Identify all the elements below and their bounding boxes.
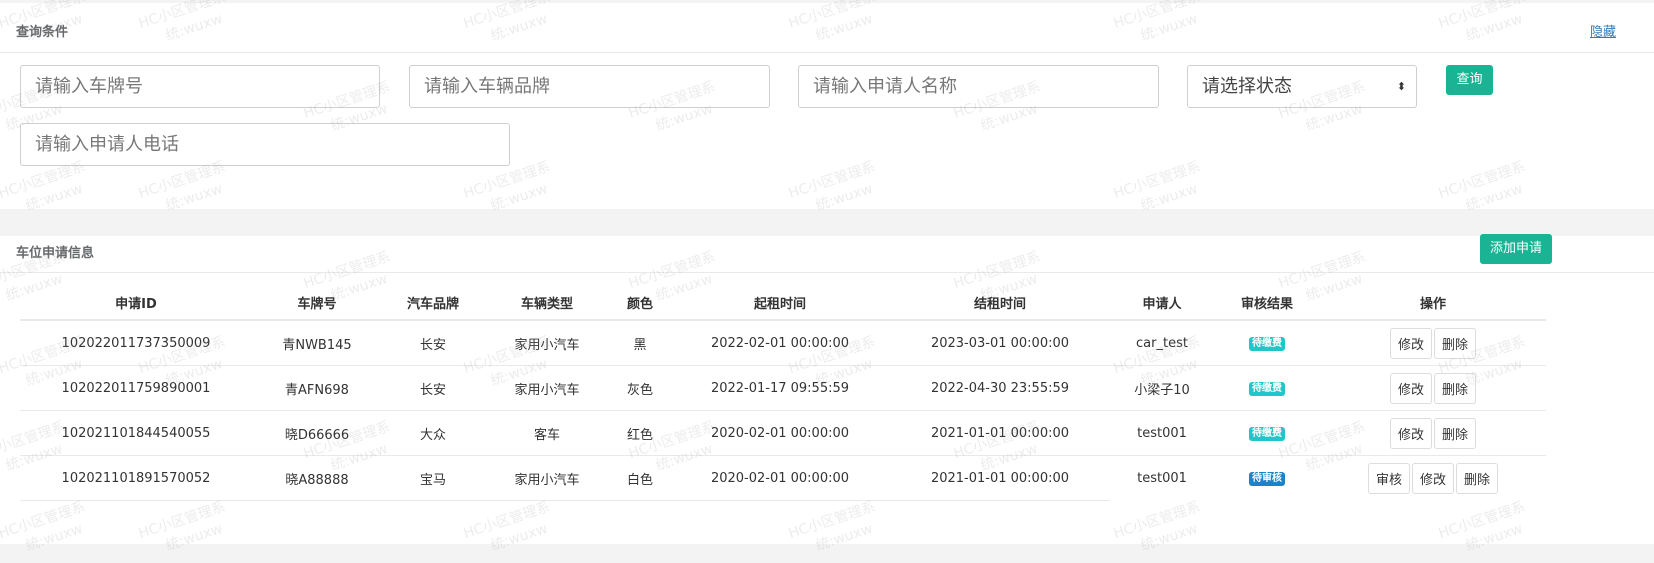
cell-application-id: 102022011737350009 — [20, 319, 252, 366]
header-review-result: 审核结果 — [1214, 286, 1320, 321]
cell-plate-number: 青NWB145 — [252, 319, 382, 366]
hide-link[interactable]: 隐藏 — [1590, 21, 1616, 40]
cell-brand: 长安 — [382, 365, 484, 411]
cell-end-time: 2021-01-01 00:00:00 — [890, 410, 1110, 456]
cell-color: 红色 — [610, 410, 670, 456]
review-button[interactable]: 审核 — [1367, 462, 1410, 494]
header-start-time: 起租时间 — [670, 286, 890, 321]
status-badge: 待缴费 — [1249, 382, 1285, 396]
add-application-button[interactable]: 添加申请 — [1480, 234, 1552, 264]
cell-actions: 修改 删除 — [1320, 319, 1546, 366]
status-badge: 待缴费 — [1249, 427, 1285, 441]
edit-button[interactable]: 修改 — [1411, 462, 1454, 494]
cell-end-time: 2021-01-01 00:00:00 — [890, 455, 1110, 501]
table-row: 102022011759890001 青AFN698 长安 家用小汽车 灰色 2… — [20, 365, 1546, 411]
cell-applicant: test001 — [1110, 455, 1214, 501]
list-panel: 车位申请信息 添加申请 申请ID 车牌号 汽车品牌 车辆类型 颜色 起租时间 结… — [0, 234, 1654, 544]
cell-brand: 宝马 — [382, 455, 484, 501]
vehicle-brand-input[interactable] — [409, 65, 770, 108]
cell-color: 黑 — [610, 319, 670, 366]
delete-button[interactable]: 删除 — [1434, 327, 1477, 359]
header-application-id: 申请ID — [20, 286, 252, 321]
cell-vehicle-type: 家用小汽车 — [484, 365, 610, 411]
header-end-time: 结租时间 — [890, 286, 1110, 321]
search-button[interactable]: 查询 — [1446, 65, 1493, 95]
edit-button[interactable]: 修改 — [1389, 417, 1432, 449]
cell-actions: 修改 删除 — [1320, 365, 1546, 411]
cell-review-result: 待缴费 — [1214, 319, 1320, 366]
cell-brand: 大众 — [382, 410, 484, 456]
cell-applicant: car_test — [1110, 319, 1214, 366]
delete-button[interactable]: 删除 — [1434, 417, 1477, 449]
cell-review-result: 待缴费 — [1214, 365, 1320, 411]
cell-vehicle-type: 家用小汽车 — [484, 455, 610, 501]
cell-start-time: 2022-01-17 09:55:59 — [670, 365, 890, 411]
header-brand: 汽车品牌 — [382, 286, 484, 321]
cell-vehicle-type: 客车 — [484, 410, 610, 456]
cell-start-time: 2022-02-01 00:00:00 — [670, 319, 890, 366]
cell-color: 灰色 — [610, 365, 670, 411]
plate-number-input[interactable] — [20, 65, 380, 108]
header-color: 颜色 — [610, 286, 670, 321]
list-panel-title: 车位申请信息 — [16, 246, 95, 261]
cell-review-result: 待审核 — [1214, 455, 1320, 501]
status-select-value: 请选择状态 — [1202, 76, 1292, 97]
table-row: 102021101891570052 晓A88888 宝马 家用小汽车 白色 2… — [20, 455, 1546, 501]
status-badge: 待缴费 — [1249, 337, 1285, 351]
list-panel-header: 车位申请信息 添加申请 — [0, 234, 1654, 273]
delete-button[interactable]: 删除 — [1456, 462, 1499, 494]
cell-vehicle-type: 家用小汽车 — [484, 319, 610, 366]
cell-end-time: 2022-04-30 23:55:59 — [890, 365, 1110, 411]
status-badge: 待审核 — [1249, 472, 1285, 487]
cell-start-time: 2020-02-01 00:00:00 — [670, 455, 890, 501]
query-panel-title: 查询条件 — [16, 25, 69, 40]
application-table: 申请ID 车牌号 汽车品牌 车辆类型 颜色 起租时间 结租时间 申请人 审核结果… — [20, 286, 1546, 501]
cell-application-id: 102021101844540055 — [20, 410, 252, 456]
cell-color: 白色 — [610, 455, 670, 501]
edit-button[interactable]: 修改 — [1389, 372, 1432, 404]
header-applicant: 申请人 — [1110, 286, 1214, 321]
cell-application-id: 102022011759890001 — [20, 365, 252, 411]
query-panel: 查询条件 隐藏 请选择状态 ⬍ 查询 — [0, 3, 1654, 209]
cell-actions: 修改 删除 — [1320, 410, 1546, 456]
table-row: 102022011737350009 青NWB145 长安 家用小汽车 黑 20… — [20, 319, 1546, 366]
header-plate-number: 车牌号 — [252, 286, 382, 321]
cell-actions: 审核 修改 删除 — [1320, 455, 1546, 501]
status-select[interactable]: 请选择状态 ⬍ — [1187, 65, 1417, 108]
cell-brand: 长安 — [382, 319, 484, 366]
table-row: 102021101844540055 晓D66666 大众 客车 红色 2020… — [20, 410, 1546, 456]
cell-application-id: 102021101891570052 — [20, 455, 252, 501]
cell-plate-number: 晓D66666 — [252, 410, 382, 456]
cell-applicant: 小梁子10 — [1110, 365, 1214, 411]
cell-review-result: 待缴费 — [1214, 410, 1320, 456]
table-header-row: 申请ID 车牌号 汽车品牌 车辆类型 颜色 起租时间 结租时间 申请人 审核结果… — [20, 286, 1546, 321]
cell-applicant: test001 — [1110, 410, 1214, 456]
header-vehicle-type: 车辆类型 — [484, 286, 610, 321]
applicant-name-input[interactable] — [798, 65, 1159, 108]
edit-button[interactable]: 修改 — [1389, 327, 1432, 359]
cell-end-time: 2023-03-01 00:00:00 — [890, 319, 1110, 366]
query-panel-header: 查询条件 隐藏 — [0, 3, 1654, 53]
delete-button[interactable]: 删除 — [1434, 372, 1477, 404]
cell-plate-number: 晓A88888 — [252, 455, 382, 501]
header-actions: 操作 — [1320, 286, 1546, 321]
applicant-phone-input[interactable] — [20, 123, 510, 166]
cell-start-time: 2020-02-01 00:00:00 — [670, 410, 890, 456]
cell-plate-number: 青AFN698 — [252, 365, 382, 411]
select-arrows-icon: ⬍ — [1396, 80, 1406, 93]
